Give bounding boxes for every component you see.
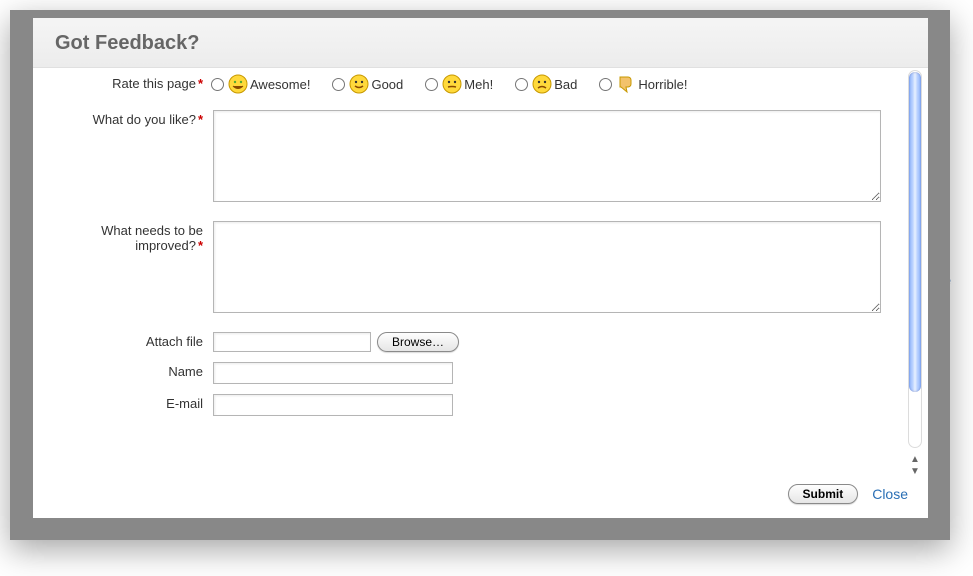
improve-label-text: What needs to be improved? [101, 223, 203, 253]
improve-textarea[interactable] [213, 221, 881, 313]
submit-button[interactable]: Submit [788, 484, 859, 504]
form-scroll-area: Rate this page* Awesome! [33, 68, 900, 476]
rating-radio-bad[interactable] [515, 78, 528, 91]
rating-label: Bad [554, 77, 577, 92]
feedback-modal: Got Feedback? Rate this page* Awesome! [33, 18, 928, 518]
like-textarea[interactable] [213, 110, 881, 202]
ratings-group: Awesome! Good [205, 74, 890, 94]
improve-label: What needs to be improved?* [55, 221, 205, 253]
rating-radio-good[interactable] [332, 78, 345, 91]
rating-radio-horrible[interactable] [599, 78, 612, 91]
frown-face-icon [532, 74, 552, 94]
attach-row: Attach file Browse… [55, 332, 890, 352]
rate-row: Rate this page* Awesome! [55, 74, 890, 94]
required-mark: * [198, 238, 203, 253]
rating-label: Awesome! [250, 77, 310, 92]
modal-title: Got Feedback? [55, 32, 906, 55]
smile-face-icon [349, 74, 369, 94]
vertical-scrollbar[interactable]: ▲▼ [906, 70, 924, 448]
rating-label: Meh! [464, 77, 493, 92]
like-label: What do you like?* [55, 110, 205, 127]
like-label-text: What do you like? [93, 112, 196, 127]
rating-radio-awesome[interactable] [211, 78, 224, 91]
scrollbar-thumb[interactable] [909, 72, 921, 392]
email-row: E-mail [55, 394, 890, 416]
modal-header: Got Feedback? [33, 18, 928, 68]
rating-label: Horrible! [638, 77, 687, 92]
modal-body: Rate this page* Awesome! [33, 68, 928, 476]
rating-radio-meh[interactable] [425, 78, 438, 91]
required-mark: * [198, 76, 203, 91]
rating-option-good[interactable]: Good [332, 74, 403, 94]
grin-face-icon [228, 74, 248, 94]
rate-label-text: Rate this page [112, 76, 196, 91]
name-label: Name [55, 362, 205, 379]
neutral-face-icon [442, 74, 462, 94]
required-mark: * [198, 112, 203, 127]
attach-label: Attach file [55, 332, 205, 349]
like-row: What do you like?* [55, 110, 890, 205]
rating-option-bad[interactable]: Bad [515, 74, 577, 94]
rating-label: Good [371, 77, 403, 92]
email-label: E-mail [55, 394, 205, 411]
rating-option-meh[interactable]: Meh! [425, 74, 493, 94]
thumbs-down-icon [616, 74, 636, 94]
scrollbar-arrows[interactable]: ▲▼ [906, 454, 924, 476]
close-link[interactable]: Close [872, 486, 908, 502]
browse-button[interactable]: Browse… [377, 332, 459, 352]
rate-label: Rate this page* [55, 74, 205, 91]
rating-option-horrible[interactable]: Horrible! [599, 74, 687, 94]
email-input[interactable] [213, 394, 453, 416]
name-input[interactable] [213, 362, 453, 384]
name-row: Name [55, 362, 890, 384]
modal-footer: Submit Close [33, 476, 928, 518]
file-name-display [213, 332, 371, 352]
rating-option-awesome[interactable]: Awesome! [211, 74, 310, 94]
improve-row: What needs to be improved?* [55, 221, 890, 316]
